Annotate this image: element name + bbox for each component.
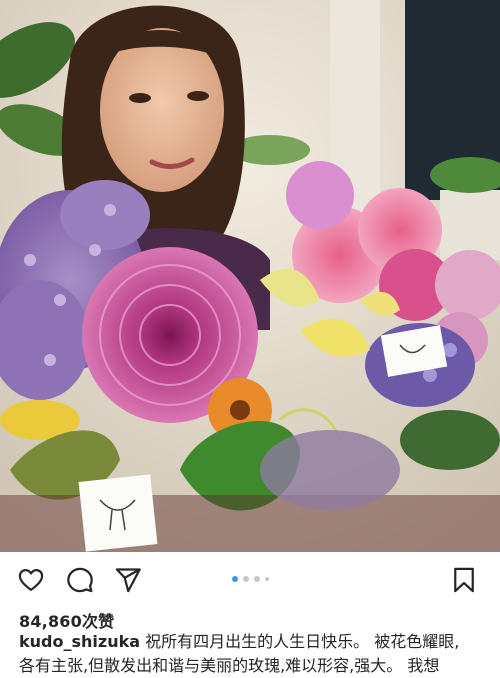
caption-line-2: 各有主张,但散发出和谐与美丽的玫瑰,难以形容,强大。 我想	[19, 656, 440, 675]
bouquet-photo-image	[0, 0, 500, 552]
comment-bubble-icon[interactable]	[66, 566, 94, 594]
carousel-dot	[265, 577, 269, 581]
carousel-dot-active	[232, 576, 238, 582]
caption-line-1: kudo_shizuka 祝所有四月出生的人生日快乐。 被花色耀眼,	[19, 630, 489, 654]
carousel-dot	[243, 576, 249, 582]
paper-plane-icon[interactable]	[114, 566, 142, 594]
caption-text-1: 祝所有四月出生的人生日快乐。 被花色耀眼,	[140, 632, 460, 651]
bookmark-outline-icon[interactable]	[450, 566, 478, 594]
like-count[interactable]: 84,860次赞	[19, 608, 114, 632]
heart-outline-icon[interactable]	[17, 566, 45, 594]
post-photo[interactable]	[0, 0, 500, 552]
carousel-indicator	[232, 575, 269, 583]
carousel-dot	[254, 576, 260, 582]
caption-username[interactable]: kudo_shizuka	[19, 632, 140, 651]
post-caption: kudo_shizuka 祝所有四月出生的人生日快乐。 被花色耀眼, 各有主张,…	[19, 630, 489, 678]
